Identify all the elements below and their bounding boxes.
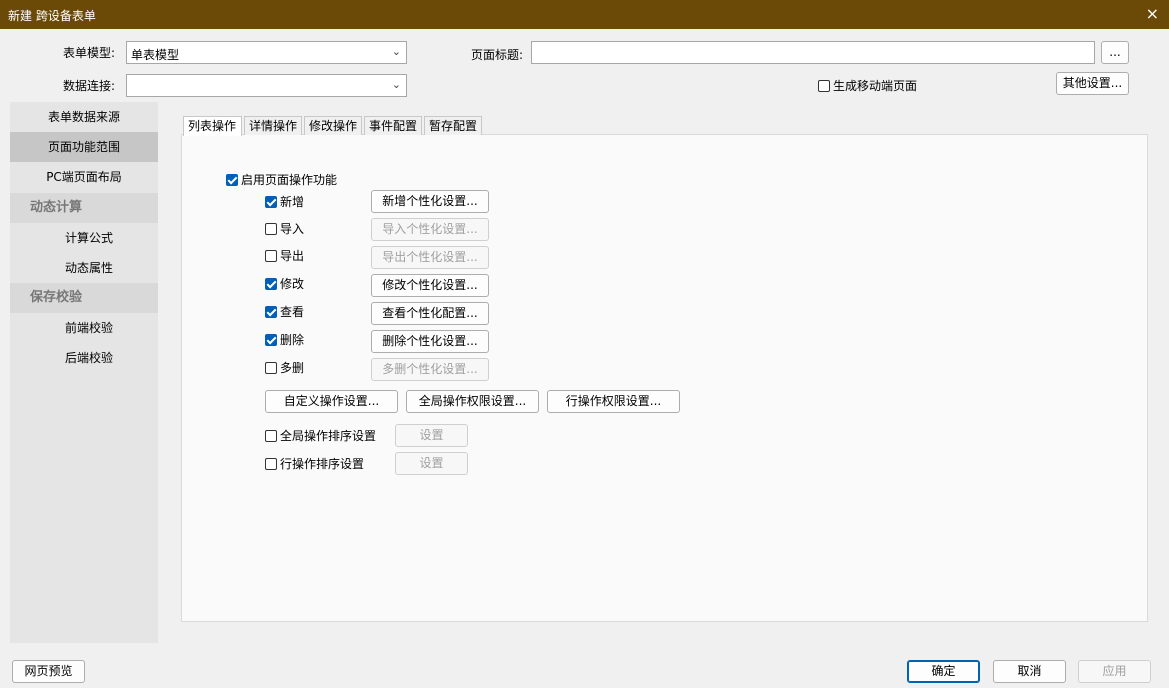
export-custom-settings-button[interactable]: 导出个性化设置... xyxy=(371,246,489,269)
op-delete-label: 删除 xyxy=(280,333,305,347)
mobile-page-label: 生成移动端页面 xyxy=(833,79,918,93)
other-settings-button[interactable]: 其他设置... xyxy=(1056,72,1129,95)
mobile-page-checkbox-box[interactable] xyxy=(818,80,830,92)
tab-edit-ops[interactable]: 修改操作 xyxy=(304,116,362,135)
op-multi-delete-label: 多删 xyxy=(280,361,305,375)
enable-page-ops-checkbox[interactable]: 启用页面操作功能 xyxy=(226,171,337,188)
row-sort-set-button[interactable]: 设置 xyxy=(395,452,468,475)
delete-custom-settings-button[interactable]: 删除个性化设置... xyxy=(371,330,489,353)
op-edit-box[interactable] xyxy=(265,278,277,290)
sidebar-group-dynamic-calc[interactable]: 动态计算 xyxy=(10,193,158,223)
op-delete-checkbox[interactable]: 删除 xyxy=(265,331,304,348)
op-import-checkbox[interactable]: 导入 xyxy=(265,220,304,237)
model-select[interactable]: 单表模型 ⌄ xyxy=(126,41,407,64)
title-bar: 新建 跨设备表单 × xyxy=(0,0,1169,29)
sidebar-item-pc-layout[interactable]: PC端页面布局 xyxy=(10,162,158,192)
page-title-label: 页面标题: xyxy=(471,48,524,62)
row-sort-label: 行操作排序设置 xyxy=(280,457,365,471)
row-op-perm-button[interactable]: 行操作权限设置... xyxy=(547,390,680,413)
op-import-box[interactable] xyxy=(265,223,277,235)
tab-event-config[interactable]: 事件配置 xyxy=(364,116,422,135)
chevron-down-icon: ⌄ xyxy=(391,45,401,58)
close-icon[interactable]: × xyxy=(1146,5,1159,23)
edit-custom-settings-button[interactable]: 修改个性化设置... xyxy=(371,274,489,297)
mobile-page-checkbox[interactable]: 生成移动端页面 xyxy=(818,77,917,94)
tab-detail-ops[interactable]: 详情操作 xyxy=(244,116,302,135)
global-sort-box[interactable] xyxy=(265,430,277,442)
op-delete-box[interactable] xyxy=(265,334,277,346)
tab-list-ops[interactable]: 列表操作 xyxy=(183,116,242,136)
import-custom-settings-button[interactable]: 导入个性化设置... xyxy=(371,218,489,241)
custom-op-settings-button[interactable]: 自定义操作设置... xyxy=(265,390,398,413)
enable-page-ops-label: 启用页面操作功能 xyxy=(241,173,338,187)
tab-panel xyxy=(181,134,1148,622)
global-sort-checkbox[interactable]: 全局操作排序设置 xyxy=(265,427,376,444)
sidebar-item-data-source[interactable]: 表单数据来源 xyxy=(10,102,158,132)
multi-delete-custom-settings-button[interactable]: 多删个性化设置... xyxy=(371,358,489,381)
row-sort-box[interactable] xyxy=(265,458,277,470)
op-export-label: 导出 xyxy=(280,249,305,263)
web-preview-button[interactable]: 网页预览 xyxy=(12,660,85,683)
global-sort-label: 全局操作排序设置 xyxy=(280,429,377,443)
sidebar-group-save-validation[interactable]: 保存校验 xyxy=(10,283,158,313)
add-custom-settings-button[interactable]: 新增个性化设置... xyxy=(371,190,489,213)
chevron-down-icon: ⌄ xyxy=(391,78,401,91)
op-view-box[interactable] xyxy=(265,306,277,318)
row-sort-checkbox[interactable]: 行操作排序设置 xyxy=(265,455,364,472)
browse-button[interactable]: ... xyxy=(1101,41,1129,64)
op-multi-delete-box[interactable] xyxy=(265,362,277,374)
window-title: 新建 跨设备表单 xyxy=(8,9,96,23)
sidebar-item-page-function-scope[interactable]: 页面功能范围 xyxy=(10,132,158,162)
connection-label: 数据连接: xyxy=(63,79,116,93)
op-add-label: 新增 xyxy=(280,195,305,209)
global-op-perm-button[interactable]: 全局操作权限设置... xyxy=(406,390,539,413)
sidebar-item-dynamic-props[interactable]: 动态属性 xyxy=(10,253,158,283)
page-title-input[interactable] xyxy=(531,41,1095,64)
connection-select[interactable]: ⌄ xyxy=(126,74,407,97)
global-sort-set-button[interactable]: 设置 xyxy=(395,424,468,447)
op-import-label: 导入 xyxy=(280,222,305,236)
op-export-box[interactable] xyxy=(265,250,277,262)
sidebar-item-formula[interactable]: 计算公式 xyxy=(10,223,158,253)
ok-button[interactable]: 确定 xyxy=(907,660,980,683)
op-export-checkbox[interactable]: 导出 xyxy=(265,247,304,264)
op-add-box[interactable] xyxy=(265,196,277,208)
op-edit-checkbox[interactable]: 修改 xyxy=(265,275,304,292)
apply-button[interactable]: 应用 xyxy=(1078,660,1151,683)
op-multi-delete-checkbox[interactable]: 多删 xyxy=(265,359,304,376)
view-custom-config-button[interactable]: 查看个性化配置... xyxy=(371,302,489,325)
cancel-button[interactable]: 取消 xyxy=(993,660,1066,683)
sidebar-item-frontend-validation[interactable]: 前端校验 xyxy=(10,313,158,343)
enable-page-ops-box[interactable] xyxy=(226,174,238,186)
op-add-checkbox[interactable]: 新增 xyxy=(265,193,304,210)
model-label: 表单模型: xyxy=(63,46,116,60)
sidebar-item-backend-validation[interactable]: 后端校验 xyxy=(10,343,158,373)
op-view-label: 查看 xyxy=(280,305,305,319)
op-edit-label: 修改 xyxy=(280,277,305,291)
op-view-checkbox[interactable]: 查看 xyxy=(265,303,304,320)
model-select-value: 单表模型 xyxy=(131,48,180,62)
tab-draft-config[interactable]: 暂存配置 xyxy=(424,116,482,135)
sidebar: 表单数据来源 页面功能范围 PC端页面布局 动态计算 计算公式 动态属性 保存校… xyxy=(10,102,158,643)
